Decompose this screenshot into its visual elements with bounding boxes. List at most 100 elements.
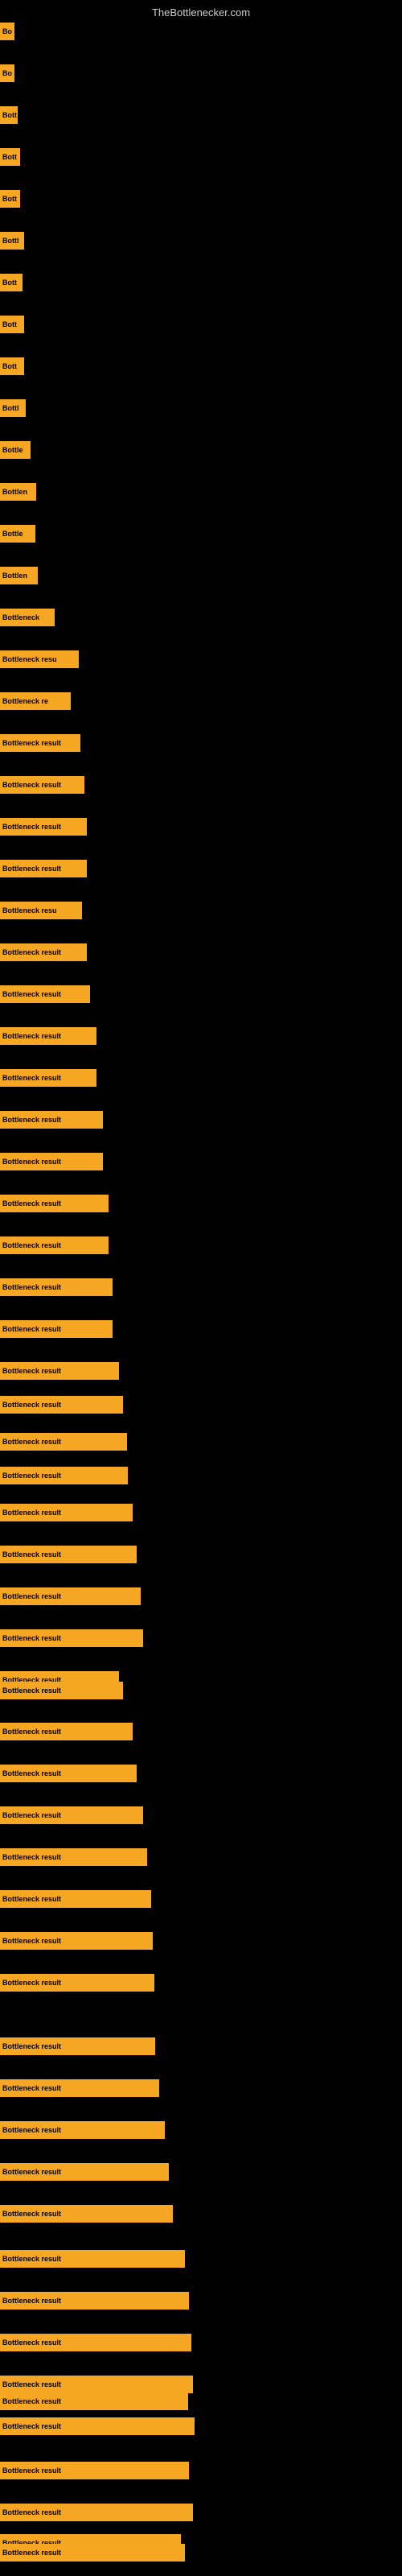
bar-label: Bo bbox=[2, 69, 12, 77]
bar-item: Bottleneck result bbox=[0, 1974, 154, 1992]
bar-item: Bottleneck result bbox=[0, 1467, 128, 1484]
bar-item: Bottleneck result bbox=[0, 1932, 153, 1950]
bar-item: Bottlen bbox=[0, 567, 38, 584]
bar-item: Bottleneck result bbox=[0, 2462, 189, 2479]
bar-label: Bott bbox=[2, 279, 17, 287]
bar-item: Bottleneck result bbox=[0, 860, 87, 877]
bar-label: Bottleneck result bbox=[2, 2210, 61, 2218]
bar-item: Bottleneck result bbox=[0, 1765, 137, 1782]
bar-item: Bottleneck result bbox=[0, 1546, 137, 1563]
bar-item: Bottleneck result bbox=[0, 1069, 96, 1087]
bar-label: Bottle bbox=[2, 446, 23, 454]
bar-item: Bottleneck result bbox=[0, 734, 80, 752]
bar-label: Bott bbox=[2, 195, 17, 203]
bar-item: Bottleneck result bbox=[0, 1806, 143, 1824]
bar-item: Bottleneck bbox=[0, 609, 55, 626]
bar-item: Bott bbox=[0, 357, 24, 375]
bar-label: Bottleneck result bbox=[2, 1509, 61, 1517]
bar-label: Bottleneck result bbox=[2, 2126, 61, 2134]
bar-item: Bottleneck result bbox=[0, 1504, 133, 1521]
bar-label: Bottleneck result bbox=[2, 1769, 61, 1777]
bar-label: Bottleneck result bbox=[2, 1472, 61, 1480]
bar-label: Bottleneck result bbox=[2, 2422, 61, 2430]
bar-item: Bottleneck re bbox=[0, 692, 71, 710]
bar-label: Bottleneck result bbox=[2, 1032, 61, 1040]
bar-item: Bottleneck result bbox=[0, 1362, 119, 1380]
site-title: TheBottlenecker.com bbox=[0, 0, 402, 22]
bar-label: Bottleneck result bbox=[2, 2168, 61, 2176]
bar-item: Bott bbox=[0, 190, 20, 208]
bar-label: Bottleneck result bbox=[2, 2339, 61, 2347]
bar-item: Bottleneck result bbox=[0, 1433, 127, 1451]
bar-label: Bottleneck result bbox=[2, 1116, 61, 1124]
bar-label: Bottleneck result bbox=[2, 739, 61, 747]
bar-label: Bott bbox=[2, 362, 17, 370]
bar-label: Bottleneck result bbox=[2, 1325, 61, 1333]
bar-label: Bottleneck result bbox=[2, 1895, 61, 1903]
bar-label: Bottleneck result bbox=[2, 1811, 61, 1819]
bar-item: Bottleneck result bbox=[0, 1278, 113, 1296]
bar-label: Bo bbox=[2, 27, 12, 35]
bar-item: Bottleneck result bbox=[0, 818, 87, 836]
bar-item: Bottleneck resu bbox=[0, 902, 82, 919]
bar-label: Bottleneck result bbox=[2, 1728, 61, 1736]
bar-label: Bottleneck result bbox=[2, 1686, 61, 1695]
bar-label: Bottleneck result bbox=[2, 2380, 61, 2388]
bar-label: Bottleneck result bbox=[2, 1199, 61, 1208]
bar-label: Bottleneck bbox=[2, 613, 39, 621]
bar-item: Bottleneck result bbox=[0, 2079, 159, 2097]
bar-item: Bottleneck result bbox=[0, 2504, 193, 2521]
bar-label: Bottleneck result bbox=[2, 2549, 61, 2557]
bar-item: Bottleneck result bbox=[0, 1236, 109, 1254]
bar-label: Bottleneck result bbox=[2, 1937, 61, 1945]
bar-label: Bottlen bbox=[2, 572, 27, 580]
bar-label: Bottleneck result bbox=[2, 1634, 61, 1642]
bar-item: Bott bbox=[0, 274, 23, 291]
bar-item: Bottleneck result bbox=[0, 2334, 191, 2351]
bar-item: Bottleneck result bbox=[0, 1682, 123, 1699]
bar-item: Bottle bbox=[0, 441, 31, 459]
bar-label: Bottleneck resu bbox=[2, 655, 57, 663]
bar-item: Bottleneck result bbox=[0, 2376, 193, 2393]
bar-label: Bottleneck result bbox=[2, 948, 61, 956]
bar-label: Bottleneck result bbox=[2, 1438, 61, 1446]
bar-item: Bo bbox=[0, 23, 14, 40]
bar-label: Bottleneck result bbox=[2, 1158, 61, 1166]
bar-item: Bottleneck result bbox=[0, 2250, 185, 2268]
bar-item: Bottleneck result bbox=[0, 2292, 189, 2310]
bar-label: Bottleneck result bbox=[2, 1367, 61, 1375]
bar-item: Bottleneck resu bbox=[0, 650, 79, 668]
bar-item: Bott bbox=[0, 316, 24, 333]
bar-label: Bottleneck result bbox=[2, 1853, 61, 1861]
bar-item: Bottleneck result bbox=[0, 2544, 185, 2562]
bar-label: Bottl bbox=[2, 237, 19, 245]
bar-item: Bottleneck result bbox=[0, 943, 87, 961]
bar-label: Bottleneck result bbox=[2, 1979, 61, 1987]
bar-label: Bottleneck result bbox=[2, 1401, 61, 1409]
bar-item: Bottleneck result bbox=[0, 2163, 169, 2181]
bar-item: Bottleneck result bbox=[0, 1629, 143, 1647]
bar-label: Bottleneck result bbox=[2, 823, 61, 831]
bar-label: Bottleneck result bbox=[2, 2467, 61, 2475]
bar-item: Bott bbox=[0, 106, 18, 124]
bar-item: Bottleneck result bbox=[0, 776, 84, 794]
bar-item: Bottlen bbox=[0, 483, 36, 501]
bar-label: Bottleneck result bbox=[2, 2297, 61, 2305]
bar-item: Bottleneck result bbox=[0, 1153, 103, 1170]
bar-label: Bottleneck result bbox=[2, 781, 61, 789]
bar-item: Bottl bbox=[0, 399, 26, 417]
bar-label: Bottleneck result bbox=[2, 990, 61, 998]
bar-item: Bottleneck result bbox=[0, 1396, 123, 1414]
bar-item: Bottleneck result bbox=[0, 1587, 141, 1605]
bar-label: Bottleneck result bbox=[2, 1550, 61, 1558]
bar-item: Bottleneck result bbox=[0, 2205, 173, 2223]
bar-label: Bottl bbox=[2, 404, 19, 412]
bar-label: Bottleneck result bbox=[2, 1283, 61, 1291]
bar-item: Bott bbox=[0, 148, 20, 166]
bar-item: Bottleneck result bbox=[0, 2037, 155, 2055]
bar-item: Bottleneck result bbox=[0, 1320, 113, 1338]
bar-label: Bottleneck result bbox=[2, 2508, 61, 2516]
bar-label: Bottleneck result bbox=[2, 865, 61, 873]
bar-label: Bott bbox=[2, 320, 17, 328]
bar-item: Bottleneck result bbox=[0, 1111, 103, 1129]
